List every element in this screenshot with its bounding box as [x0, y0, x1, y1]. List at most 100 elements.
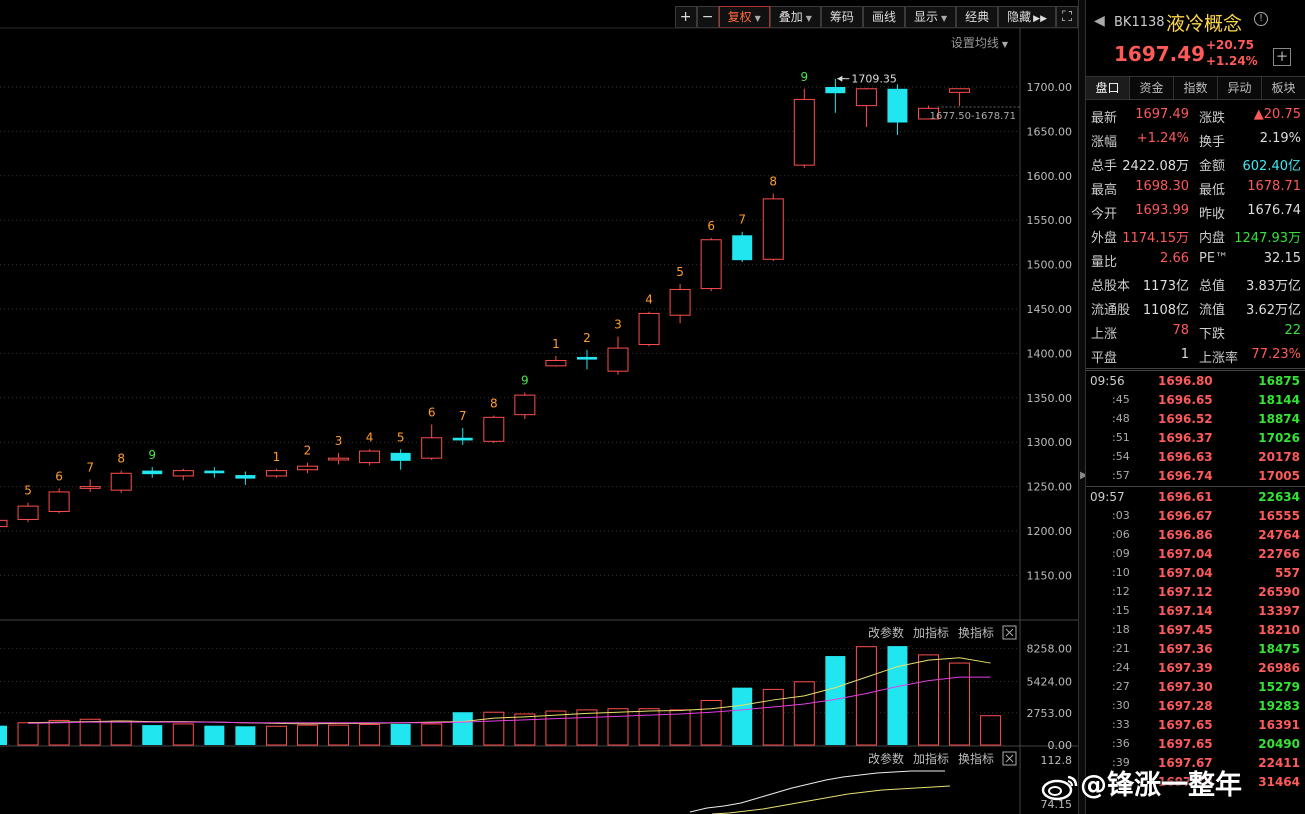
- td-sequence-label: 1: [552, 337, 560, 351]
- tick-price: 1696.74: [1158, 469, 1213, 483]
- tick-price: 1696.65: [1158, 393, 1213, 407]
- tick-price: 1697.12: [1158, 585, 1213, 599]
- range-label: 1677.50-1678.71: [930, 111, 1016, 122]
- tick-price: 1697.14: [1158, 604, 1213, 618]
- td-sequence-label: 5: [24, 484, 32, 498]
- kline-chart-area[interactable]: + − 复权 ▼ 叠加 ▼ 筹码 画线 显示 ▼ 经典 隐藏 ▶▶ ⛶ 设置均线 ▼ 56…: [0, 0, 1078, 814]
- tick-row: :15 1697.14 13397: [1086, 602, 1305, 621]
- high-arrow-icon: [837, 75, 843, 82]
- tick-price: 1697.36: [1158, 642, 1213, 656]
- stat-label: 换手: [1199, 135, 1226, 150]
- tick-volume: 16555: [1258, 509, 1300, 523]
- info-icon[interactable]: !: [1254, 12, 1268, 26]
- price-tick-label: 1450.00: [1027, 303, 1073, 316]
- last-price: 1697.49: [1114, 42, 1206, 66]
- tick-time: :03: [1112, 509, 1130, 522]
- volume-bar-up: [359, 724, 381, 746]
- volume-panel-button[interactable]: 加指标: [913, 625, 949, 640]
- add-watchlist-button[interactable]: +: [1273, 48, 1291, 66]
- stat-label: 最高: [1091, 183, 1118, 198]
- tick-time: :21: [1112, 642, 1130, 655]
- tick-price: 1696.37: [1158, 431, 1213, 445]
- stat-label: 上涨率: [1199, 351, 1239, 366]
- stat-row: 今开 1693.99 昨收 1676.74: [1086, 200, 1305, 224]
- stat-label: 昨收: [1199, 207, 1226, 222]
- back-arrow-icon[interactable]: ◀: [1094, 13, 1105, 29]
- tick-volume: 20490: [1258, 737, 1300, 751]
- tab-zhishu[interactable]: 指数: [1174, 77, 1218, 99]
- price-tick-label: 1250.00: [1027, 481, 1073, 494]
- price-tick-label: 1300.00: [1027, 436, 1073, 449]
- stat-value: 602.40亿: [1242, 159, 1302, 174]
- tick-row: :33 1697.65 16391: [1086, 716, 1305, 735]
- tick-time: :18: [1112, 623, 1130, 636]
- stat-row: 总手 2422.08万 金额 602.40亿: [1086, 152, 1305, 176]
- volume-panel-button[interactable]: 换指标: [958, 625, 994, 640]
- stat-label: 今开: [1091, 207, 1118, 222]
- indicator-panel-button[interactable]: 改参数: [868, 751, 904, 766]
- td-sequence-label: 6: [428, 405, 436, 419]
- candle-body-up: [607, 347, 629, 372]
- volume-bar-down: [732, 687, 753, 745]
- candle-body-up: [545, 360, 567, 367]
- tick-volume: 22634: [1258, 490, 1300, 504]
- volume-ma5-line: [28, 657, 991, 725]
- tick-row: :36 1697.65 20490: [1086, 735, 1305, 754]
- tab-zijin[interactable]: 资金: [1130, 77, 1174, 99]
- td-sequence-label: 8: [769, 175, 777, 189]
- td-sequence-label: 7: [459, 409, 467, 423]
- stat-value: 1108亿: [1142, 303, 1189, 318]
- volume-panel-button[interactable]: 改参数: [868, 625, 904, 640]
- price-tick-label: 1350.00: [1027, 392, 1073, 405]
- tick-list[interactable]: 09:56 1696.80 16875:45 1696.65 18144:48 1696.…: [1086, 372, 1305, 792]
- tick-row: :06 1696.86 24764: [1086, 526, 1305, 545]
- candle-body-up: [700, 239, 722, 290]
- volume-bar-down: [235, 726, 256, 745]
- stat-value: 78: [1172, 323, 1189, 338]
- candle-body-down: [142, 470, 163, 475]
- grid-lines: [0, 27, 1078, 814]
- candle-body-down: [825, 87, 846, 94]
- volume-bar-up: [949, 662, 971, 746]
- tick-price: 1697.04: [1158, 547, 1213, 561]
- chart-canvas[interactable]: 5 6 7 8 9 1 2 3 4 5 6 7 8 9 1 2 3 4 5 6 7 8 9 1709.35 1677.50-16…: [0, 0, 1078, 814]
- stat-value: 1697.49: [1135, 107, 1189, 122]
- volume-tick-label: 5424.00: [1027, 676, 1073, 689]
- tick-price: 1696.67: [1158, 509, 1213, 523]
- panel-splitter[interactable]: ▶: [1078, 0, 1088, 814]
- td-sequence-label: 6: [707, 219, 715, 233]
- price-tick-label: 1700.00: [1027, 81, 1073, 94]
- volume-bar-up: [514, 713, 536, 746]
- tick-price: 1696.80: [1158, 374, 1213, 388]
- change-value: +20.75: [1206, 38, 1255, 52]
- tick-time: :15: [1112, 604, 1130, 617]
- indicator-panel-button[interactable]: 换指标: [958, 751, 994, 766]
- sector-name: 液冷概念: [1166, 13, 1243, 35]
- stat-value: ▲20.75: [1253, 107, 1301, 122]
- tick-time: :54: [1112, 450, 1130, 463]
- tick-price: 1696.52: [1158, 412, 1213, 426]
- stat-label: 总股本: [1091, 279, 1131, 294]
- tick-time: :09: [1112, 547, 1130, 560]
- tick-price: 1697.30: [1158, 680, 1213, 694]
- stat-label: 最低: [1199, 183, 1226, 198]
- td-sequence-label: 2: [304, 444, 312, 458]
- tick-volume: 26986: [1258, 661, 1300, 675]
- td-sequence-label: 9: [148, 448, 156, 462]
- candle-body-down: [204, 470, 225, 474]
- price-tick-label: 1550.00: [1027, 214, 1073, 227]
- quote-tabs: 盘口 资金 指数 异动 板块: [1086, 76, 1305, 100]
- indicator-panel-button[interactable]: 加指标: [913, 751, 949, 766]
- volume-bar-up: [607, 708, 629, 746]
- volume-bar-down: [204, 725, 225, 745]
- tick-row: 09:57 1696.61 22634: [1086, 488, 1305, 507]
- price-tick-label: 1600.00: [1027, 170, 1073, 183]
- candle-body-up: [265, 470, 287, 477]
- stat-value: 1: [1180, 347, 1189, 362]
- candle-body-up: [328, 457, 350, 461]
- tab-yidong[interactable]: 异动: [1218, 77, 1262, 99]
- stat-label: 总手: [1091, 159, 1118, 174]
- tab-pankou[interactable]: 盘口: [1086, 77, 1130, 99]
- sector-code: BK1138: [1114, 15, 1165, 30]
- tab-bankuai[interactable]: 板块: [1262, 77, 1305, 99]
